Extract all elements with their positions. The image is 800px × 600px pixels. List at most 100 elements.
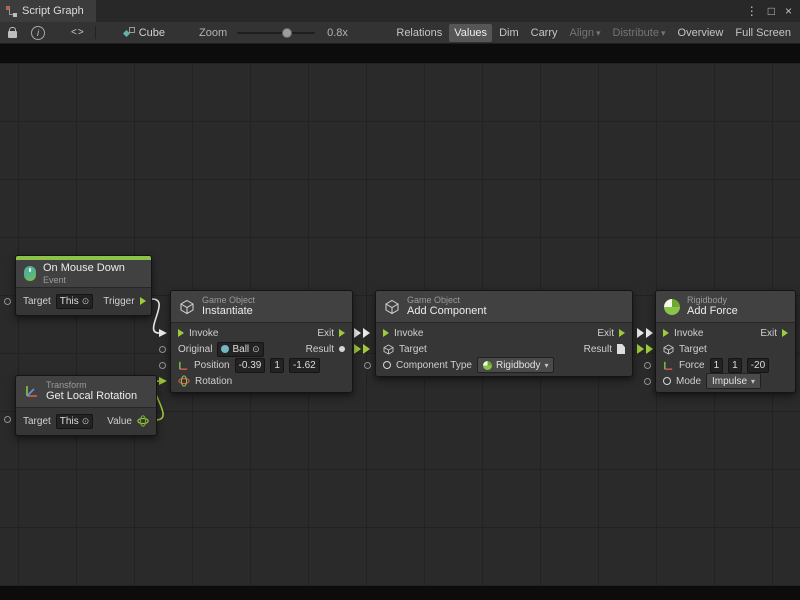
- node-header[interactable]: Rigidbody Add Force: [656, 291, 795, 323]
- force-x-field[interactable]: 1: [710, 358, 724, 373]
- row-component-type: Component Type Rigidbody ▾: [376, 357, 632, 373]
- node-on-mouse-down[interactable]: On Mouse Down Event Target This ⊙ Trigge…: [15, 255, 152, 316]
- flow-arrow[interactable]: [363, 328, 370, 338]
- lock-icon[interactable]: [8, 31, 17, 38]
- values-button[interactable]: Values: [449, 24, 492, 42]
- invoke-input-port[interactable]: [383, 329, 389, 337]
- flow-arrow[interactable]: [637, 328, 644, 338]
- row-rotation: Rotation: [171, 373, 352, 389]
- canvas-bottom-band: [0, 586, 800, 600]
- node-category: Rigidbody: [687, 295, 738, 306]
- relations-button[interactable]: Relations: [391, 24, 447, 42]
- fullscreen-button[interactable]: Full Screen: [730, 24, 796, 42]
- object-picker-icon[interactable]: ⊙: [82, 416, 90, 427]
- trigger-output-port[interactable]: [140, 297, 146, 305]
- value-arrow[interactable]: [363, 344, 370, 354]
- graph-object-reference[interactable]: Cube: [124, 27, 165, 39]
- node-title: Add Component: [407, 305, 487, 318]
- chevron-down-icon: ▾: [596, 28, 601, 38]
- position-z-field[interactable]: -1.62: [289, 358, 320, 373]
- distribute-button[interactable]: Distribute▾: [608, 24, 671, 42]
- rotation-label: Rotation: [195, 376, 232, 387]
- object-picker-icon[interactable]: ⊙: [82, 296, 90, 307]
- node-get-local-rotation[interactable]: Transform Get Local Rotation Target This…: [15, 375, 157, 436]
- node-category: Game Object: [407, 295, 487, 306]
- exit-label: Exit: [760, 328, 777, 339]
- force-mode-dropdown[interactable]: Impulse ▾: [706, 373, 761, 389]
- node-title: Instantiate: [202, 305, 255, 318]
- maximize-icon[interactable]: □: [768, 4, 775, 18]
- game-object-cube-icon: [384, 299, 400, 315]
- original-object-field[interactable]: Ball ⊙: [217, 342, 263, 357]
- node-header[interactable]: Transform Get Local Rotation: [16, 376, 156, 408]
- node-title: Get Local Rotation: [46, 390, 137, 403]
- node-category: Transform: [46, 380, 137, 391]
- carry-button[interactable]: Carry: [526, 24, 563, 42]
- object-picker-icon[interactable]: ⊙: [252, 344, 260, 355]
- flow-arrow[interactable]: [354, 328, 361, 338]
- graph-toolbar: i <> Cube Zoom 0.8x Relations Values Dim…: [0, 22, 800, 44]
- tab-label: Script Graph: [22, 5, 84, 17]
- tab-script-graph[interactable]: Script Graph: [0, 0, 96, 22]
- window-menu-icon[interactable]: ⋮: [746, 4, 758, 18]
- dim-button[interactable]: Dim: [494, 24, 524, 42]
- original-input-port[interactable]: [159, 346, 166, 353]
- exit-output-port[interactable]: [619, 329, 625, 337]
- rotation-value-port[interactable]: [137, 415, 149, 427]
- enum-icon: [663, 377, 671, 385]
- node-instantiate[interactable]: Game Object Instantiate Invoke Exit Orig…: [170, 290, 353, 393]
- invoke-input-port[interactable]: [178, 329, 184, 337]
- invoke-input-port[interactable]: [663, 329, 669, 337]
- result-output-port[interactable]: [339, 346, 345, 352]
- zoom-slider-handle[interactable]: [282, 28, 292, 38]
- cube-mini-icon: [383, 344, 394, 355]
- zoom-label: Zoom: [199, 27, 227, 39]
- align-button[interactable]: Align▾: [565, 24, 606, 42]
- chevron-down-icon: ▾: [544, 361, 548, 370]
- target-input-port[interactable]: [4, 298, 11, 305]
- toolbar-separator: [95, 26, 96, 39]
- row-force: Force 1 1 -20: [656, 357, 795, 373]
- invoke-label: Invoke: [189, 328, 218, 339]
- info-icon[interactable]: i: [31, 26, 45, 40]
- row-target-trigger: Target This ⊙ Trigger: [16, 290, 151, 312]
- component-type-input-port[interactable]: [364, 362, 371, 369]
- force-y-field[interactable]: 1: [728, 358, 742, 373]
- code-view-icon[interactable]: <>: [71, 27, 85, 38]
- position-input-port[interactable]: [159, 362, 166, 369]
- exit-output-port[interactable]: [782, 329, 788, 337]
- value-arrow[interactable]: [354, 344, 361, 354]
- force-z-field[interactable]: -20: [747, 358, 769, 373]
- exit-label: Exit: [597, 328, 614, 339]
- node-add-force[interactable]: Rigidbody Add Force Invoke Exit Target: [655, 290, 796, 393]
- rotation-gimbal-icon: [178, 375, 190, 387]
- row-mode: Mode Impulse ▾: [656, 373, 795, 389]
- value-arrow[interactable]: [637, 344, 644, 354]
- value-arrow[interactable]: [646, 344, 653, 354]
- flow-arrow[interactable]: [646, 328, 653, 338]
- row-target-result: Target Result: [376, 341, 632, 357]
- target-label: Target: [679, 344, 707, 355]
- position-y-field[interactable]: 1: [270, 358, 284, 373]
- component-type-dropdown[interactable]: Rigidbody ▾: [477, 357, 555, 373]
- close-icon[interactable]: ×: [785, 4, 792, 18]
- type-icon: [383, 361, 391, 369]
- canvas-top-band: [0, 44, 800, 63]
- position-x-field[interactable]: -0.39: [235, 358, 266, 373]
- exit-output-port[interactable]: [339, 329, 345, 337]
- mode-input-port[interactable]: [644, 378, 651, 385]
- overview-button[interactable]: Overview: [673, 24, 729, 42]
- node-add-component[interactable]: Game Object Add Component Invoke Exit Ta…: [375, 290, 633, 377]
- node-header[interactable]: On Mouse Down Event: [16, 260, 151, 288]
- target-object-field[interactable]: This ⊙: [56, 414, 93, 429]
- zoom-slider[interactable]: [237, 32, 315, 34]
- result-output-port[interactable]: [617, 344, 625, 354]
- node-header[interactable]: Game Object Instantiate: [171, 291, 352, 323]
- chevron-down-icon: ▾: [751, 377, 755, 386]
- node-header[interactable]: Game Object Add Component: [376, 291, 632, 323]
- transform-icon: [24, 384, 39, 399]
- force-input-port[interactable]: [644, 362, 651, 369]
- exit-label: Exit: [317, 328, 334, 339]
- target-object-field[interactable]: This ⊙: [56, 294, 93, 309]
- target-input-port[interactable]: [4, 416, 11, 423]
